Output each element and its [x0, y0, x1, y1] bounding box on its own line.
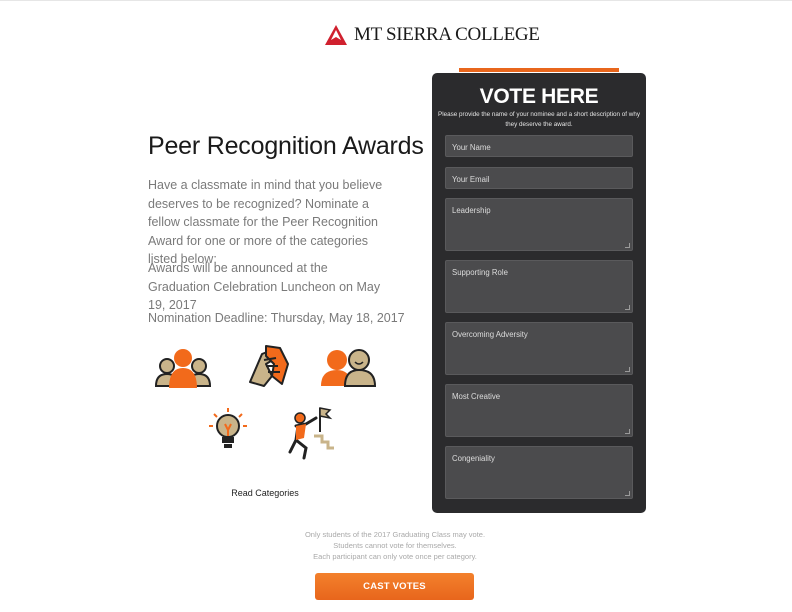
resize-handle-icon[interactable]: [625, 429, 630, 434]
congeniality-placeholder: Congeniality: [452, 454, 495, 463]
resize-handle-icon[interactable]: [625, 491, 630, 496]
resize-handle-icon[interactable]: [625, 243, 630, 248]
handshake-icon: [236, 336, 302, 396]
vote-panel-subtitle: Please provide the name of your nominee …: [438, 111, 640, 128]
top-divider: [0, 0, 792, 1]
voting-rule-line: Students cannot vote for themselves.: [333, 541, 457, 550]
congeniality-textarea[interactable]: Congeniality: [445, 446, 633, 499]
panel-accent-bar: [459, 68, 619, 72]
college-logo[interactable]: MT SIERRA COLLEGE: [324, 22, 540, 48]
logo-text: MT SIERRA COLLEGE: [354, 24, 540, 45]
group-leadership-icon: [150, 336, 216, 396]
page-title: Peer Recognition Awards: [148, 132, 424, 160]
most-creative-textarea[interactable]: Most Creative: [445, 384, 633, 437]
intro-text: Have a classmate in mind that you believ…: [148, 178, 383, 266]
read-categories-link[interactable]: Read Categories: [205, 488, 325, 498]
overcoming-adversity-textarea[interactable]: Overcoming Adversity: [445, 322, 633, 375]
leadership-placeholder: Leadership: [452, 206, 491, 215]
vote-panel-title: VOTE HERE: [479, 85, 599, 108]
overcoming-adversity-placeholder: Overcoming Adversity: [452, 330, 528, 339]
voting-rules: Only students of the 2017 Graduating Cla…: [240, 529, 550, 562]
resize-handle-icon[interactable]: [625, 305, 630, 310]
email-field[interactable]: Your Email: [445, 167, 633, 189]
announcement-text: Awards will be announced at the Graduati…: [148, 261, 381, 312]
nominee-name-placeholder: Your Name: [452, 143, 491, 152]
deadline-text: Nomination Deadline: Thursday, May 18, 2…: [148, 311, 405, 325]
cast-votes-button[interactable]: CAST VOTES: [315, 573, 474, 600]
voting-rule-line: Only students of the 2017 Graduating Cla…: [304, 530, 486, 539]
supporting-role-placeholder: Supporting Role: [452, 268, 508, 277]
red-triangle-mountain-icon: [325, 25, 347, 45]
email-placeholder: Your Email: [452, 175, 490, 184]
resize-handle-icon[interactable]: [625, 367, 630, 372]
most-creative-placeholder: Most Creative: [452, 392, 501, 401]
two-people-icon: [315, 336, 381, 396]
supporting-role-textarea[interactable]: Supporting Role: [445, 260, 633, 313]
nominee-name-field[interactable]: Your Name: [445, 135, 633, 157]
lightbulb-icon: [195, 402, 261, 462]
voting-rule-line: Each participant can only vote once per …: [313, 552, 477, 561]
climber-flag-icon: [276, 402, 342, 462]
leadership-textarea[interactable]: Leadership: [445, 198, 633, 251]
vote-panel: VOTE HERE Please provide the name of you…: [432, 73, 646, 513]
